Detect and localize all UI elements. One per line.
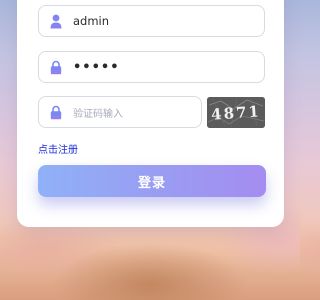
lock-icon	[49, 104, 63, 120]
captcha-placeholder: 验证码输入	[73, 108, 123, 120]
username-value: admin	[73, 14, 110, 28]
captcha-text: 4871	[211, 102, 262, 123]
password-field[interactable]: •••••	[38, 51, 265, 83]
username-field[interactable]: admin	[38, 5, 265, 37]
register-link[interactable]: 点击注册	[38, 141, 78, 156]
captcha-image[interactable]: 4871	[207, 97, 265, 128]
password-value: •••••	[73, 59, 120, 75]
user-icon	[49, 13, 63, 29]
login-button[interactable]: 登录	[38, 165, 266, 197]
captcha-input[interactable]: 验证码输入	[38, 96, 202, 128]
lock-icon	[49, 59, 63, 75]
